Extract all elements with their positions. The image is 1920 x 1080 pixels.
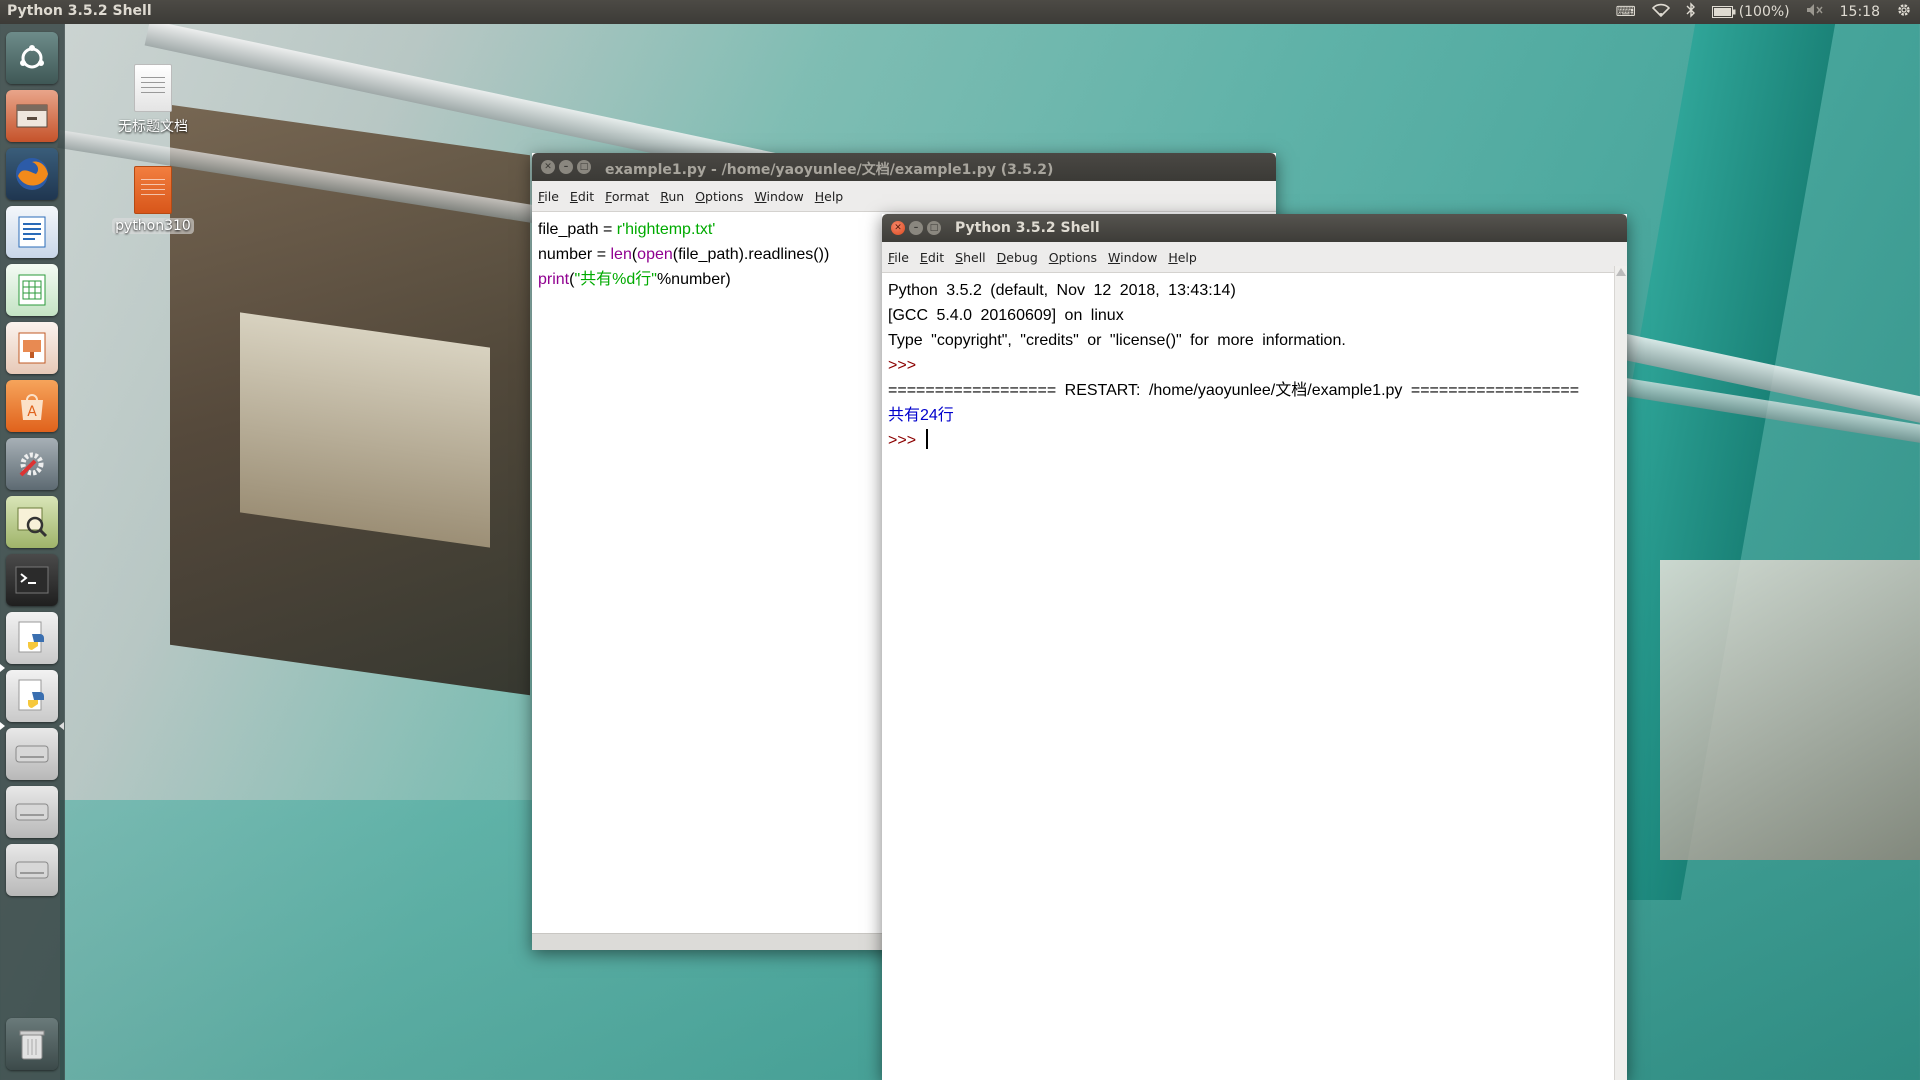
menu-edit[interactable]: Edit <box>920 250 944 265</box>
shell-text-area[interactable]: Python 3.5.2 (default, Nov 12 2018, 13:4… <box>882 273 1627 458</box>
terminal-icon[interactable] <box>6 554 58 606</box>
menu-file[interactable]: File <box>888 250 909 265</box>
window-title: Python 3.5.2 Shell <box>955 220 1100 236</box>
maximize-icon[interactable]: □ <box>927 221 941 235</box>
menu-debug[interactable]: Debug <box>997 250 1038 265</box>
drive-icon-3[interactable] <box>6 844 58 896</box>
shell-menubar: File Edit Shell Debug Options Window Hel… <box>882 242 1627 273</box>
builtin-token: len <box>610 246 632 263</box>
minimize-icon[interactable]: – <box>559 160 573 174</box>
battery-percent: (100%) <box>1738 4 1790 20</box>
battery-icon <box>1711 6 1736 18</box>
menu-options[interactable]: Options <box>695 189 743 204</box>
calc-icon[interactable] <box>6 264 58 316</box>
launcher: A <box>0 24 65 1080</box>
menu-help[interactable]: Help <box>1168 250 1197 265</box>
menu-window[interactable]: Window <box>1108 250 1157 265</box>
code-token: number = <box>538 246 611 263</box>
banner-line: [GCC 5.4.0 20160609] on linux <box>888 307 1124 324</box>
string-token: r'hightemp.txt' <box>616 221 716 238</box>
shell-window: ✕ – □ Python 3.5.2 Shell File Edit Shell… <box>882 214 1627 1080</box>
code-token: file_path = <box>538 221 617 238</box>
document-icon <box>134 64 172 112</box>
desktop-file-label: 无标题文档 <box>118 119 188 135</box>
builtin-token: open <box>637 246 673 263</box>
menu-run[interactable]: Run <box>660 189 684 204</box>
system-settings-icon[interactable] <box>6 438 58 490</box>
focused-indicator <box>59 722 64 730</box>
bluetooth-icon[interactable] <box>1686 2 1696 22</box>
drive-icon[interactable] <box>6 728 58 780</box>
volume-muted-icon[interactable] <box>1806 3 1824 21</box>
shell-prompt: >>> <box>888 357 917 374</box>
menu-format[interactable]: Format <box>605 189 649 204</box>
desktop-file-document[interactable]: 无标题文档 <box>98 64 208 136</box>
restart-line: ================== RESTART: /home/yaoyun… <box>888 382 1580 399</box>
scroll-up-icon[interactable] <box>1616 268 1626 276</box>
program-output: 共有24行 <box>888 407 954 424</box>
impress-icon[interactable] <box>6 322 58 374</box>
writer-icon[interactable] <box>6 206 58 258</box>
close-icon[interactable]: ✕ <box>891 221 905 235</box>
editor-menubar: File Edit Format Run Options Window Help <box>532 181 1276 212</box>
code-token: %number) <box>656 271 731 288</box>
menu-shell[interactable]: Shell <box>955 250 986 265</box>
vertical-scrollbar[interactable] <box>1614 266 1627 1080</box>
desktop-file-python310[interactable]: python310 <box>98 166 208 234</box>
wallpaper-shape <box>1660 560 1920 860</box>
wallpaper-shape <box>240 312 490 548</box>
maximize-icon[interactable]: □ <box>577 160 591 174</box>
indicator-area: ⌨ (100%) 15:18 <box>1615 2 1912 22</box>
files-icon[interactable] <box>6 90 58 142</box>
battery-indicator[interactable]: (100%) <box>1711 4 1790 20</box>
python-file-icon <box>134 166 172 214</box>
wifi-icon[interactable] <box>1651 3 1670 21</box>
gear-icon[interactable] <box>1896 2 1912 22</box>
menu-help[interactable]: Help <box>815 189 844 204</box>
keyboard-icon[interactable]: ⌨ <box>1615 4 1635 20</box>
close-icon[interactable]: ✕ <box>541 160 555 174</box>
input-line[interactable]: >>> <box>888 428 1621 453</box>
builtin-token: print <box>538 271 570 288</box>
top-panel: Python 3.5.2 Shell ⌨ (100%) 15:18 <box>0 0 1920 24</box>
desktop-file-label: python310 <box>112 218 194 234</box>
minimize-icon[interactable]: – <box>909 221 923 235</box>
clock[interactable]: 15:18 <box>1840 4 1880 20</box>
text-cursor <box>926 429 929 449</box>
svg-text:A: A <box>27 404 37 420</box>
code-token: (file_path).readlines()) <box>672 246 830 263</box>
menu-window[interactable]: Window <box>754 189 803 204</box>
idle-icon-2[interactable] <box>6 670 58 722</box>
dash-icon[interactable] <box>6 32 58 84</box>
software-center-icon[interactable]: A <box>6 380 58 432</box>
menu-options[interactable]: Options <box>1049 250 1097 265</box>
trash-icon[interactable] <box>6 1018 58 1070</box>
running-indicator <box>0 722 5 730</box>
shell-prompt: >>> <box>888 432 917 449</box>
shell-titlebar[interactable]: ✕ – □ Python 3.5.2 Shell <box>882 214 1627 242</box>
idle-icon[interactable] <box>6 612 58 664</box>
editor-titlebar[interactable]: ✕ – □ example1.py - /home/yaoyunlee/文档/e… <box>532 153 1276 181</box>
string-token: "共有%d行" <box>574 271 657 288</box>
running-indicator <box>0 664 5 672</box>
banner-line: Python 3.5.2 (default, Nov 12 2018, 13:4… <box>888 282 1236 299</box>
firefox-icon[interactable] <box>6 148 58 200</box>
active-app-title: Python 3.5.2 Shell <box>7 3 152 19</box>
menu-edit[interactable]: Edit <box>570 189 594 204</box>
banner-line: Type "copyright", "credits" or "license(… <box>888 332 1346 349</box>
drive-icon-2[interactable] <box>6 786 58 838</box>
menu-file[interactable]: File <box>538 189 559 204</box>
image-viewer-icon[interactable] <box>6 496 58 548</box>
window-title: example1.py - /home/yaoyunlee/文档/example… <box>605 162 1054 178</box>
